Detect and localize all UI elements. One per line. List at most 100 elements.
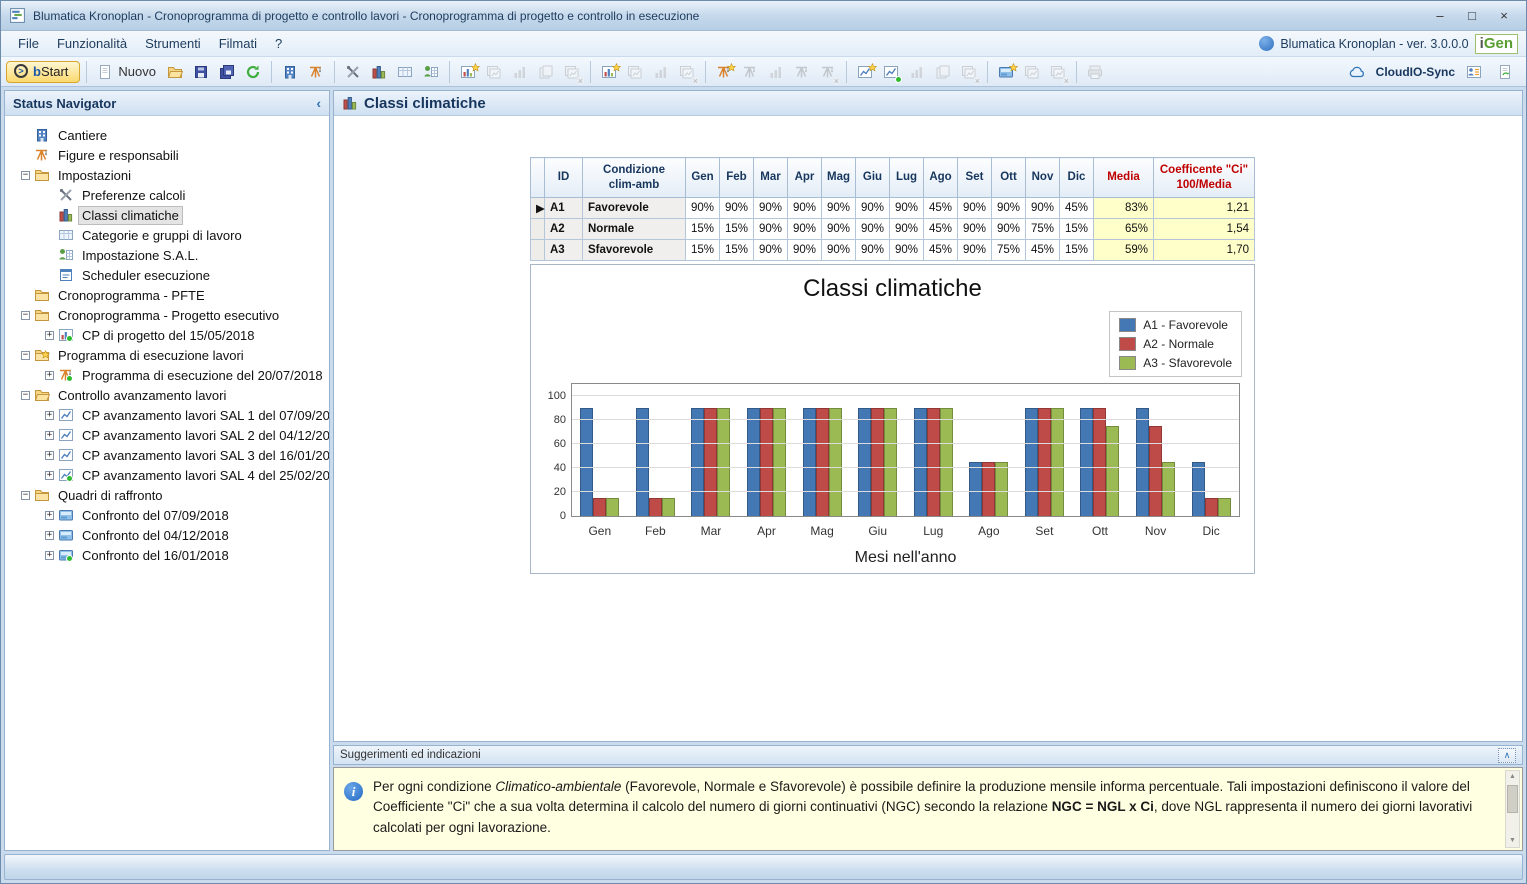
tree-item-confronto-2[interactable]: +Confronto del 04/12/2018 <box>5 525 329 545</box>
month-cell-mar[interactable]: 90% <box>754 198 788 219</box>
condizione-cell[interactable]: Normale <box>583 219 686 240</box>
categorie-gruppi-icon[interactable] <box>393 60 417 84</box>
expand-icon[interactable]: + <box>45 411 54 420</box>
id-cell[interactable]: A3 <box>545 240 583 261</box>
column-header[interactable]: Lug <box>890 158 924 198</box>
tree-item-controllo-avanzamento[interactable]: − Controllo avanzamento lavori <box>5 385 329 405</box>
menu-item-funzionalit[interactable]: Funzionalità <box>48 33 136 54</box>
collapse-icon[interactable]: − <box>21 351 30 360</box>
nuovo-programma-icon[interactable] <box>712 60 736 84</box>
tree-item-cronoprogramma-pfte[interactable]: Cronoprogramma - PFTE <box>5 285 329 305</box>
id-cell[interactable]: A1 <box>545 198 583 219</box>
column-header[interactable]: Gen <box>686 158 720 198</box>
month-cell-giu[interactable]: 90% <box>856 219 890 240</box>
tree-item-preferenze-calcoli-label[interactable]: Preferenze calcoli <box>78 186 189 205</box>
tree-item-programma-esecuzione-lavori[interactable]: − Programma di esecuzione lavori <box>5 345 329 365</box>
expand-icon[interactable]: + <box>45 471 54 480</box>
scrollbar-thumb[interactable] <box>1507 785 1518 813</box>
column-header[interactable]: Dic <box>1060 158 1094 198</box>
menu-item-[interactable]: ? <box>266 33 291 54</box>
column-header[interactable]: Mag <box>822 158 856 198</box>
tree-item-preferenze-calcoli[interactable]: Preferenze calcoli <box>5 185 329 205</box>
month-cell-lug[interactable]: 90% <box>890 198 924 219</box>
column-header[interactable]: Ago <box>924 158 958 198</box>
tree-item-cronoprogramma-esecutivo-label[interactable]: Cronoprogramma - Progetto esecutivo <box>54 306 283 325</box>
tree-item-programma-esecuzione-label[interactable]: Programma di esecuzione del 20/07/2018 <box>78 366 327 385</box>
sal-corrente-icon[interactable] <box>879 60 903 84</box>
month-cell-mag[interactable]: 90% <box>822 219 856 240</box>
column-header[interactable]: Giu <box>856 158 890 198</box>
month-cell-gen[interactable]: 90% <box>686 198 720 219</box>
menu-item-filmati[interactable]: Filmati <box>210 33 266 54</box>
tree-item-figure-responsabili-label[interactable]: Figure e responsabili <box>54 146 183 165</box>
expand-icon[interactable]: + <box>45 451 54 460</box>
tree-item-impostazione-sal[interactable]: Impostazione S.A.L. <box>5 245 329 265</box>
month-cell-apr[interactable]: 90% <box>788 240 822 261</box>
cantiere-icon[interactable] <box>278 60 302 84</box>
month-cell-gen[interactable]: 15% <box>686 219 720 240</box>
tree-item-cronoprogramma-esecutivo[interactable]: − Cronoprogramma - Progetto esecutivo <box>5 305 329 325</box>
collapse-icon[interactable]: − <box>21 491 30 500</box>
impostazione-sal-icon[interactable] <box>419 60 443 84</box>
tree-item-scheduler[interactable]: Scheduler esecuzione <box>5 265 329 285</box>
collapse-icon[interactable]: − <box>21 311 30 320</box>
tree-item-scheduler-label[interactable]: Scheduler esecuzione <box>78 266 214 285</box>
condizione-cell[interactable]: Favorevole <box>583 198 686 219</box>
nuovo-cp-esecutivo-icon[interactable] <box>597 60 621 84</box>
month-cell-ott[interactable]: 90% <box>992 219 1026 240</box>
tree-item-confronto-1-label[interactable]: Confronto del 07/09/2018 <box>78 506 233 525</box>
month-cell-mar[interactable]: 90% <box>754 219 788 240</box>
id-cell[interactable]: A2 <box>545 219 583 240</box>
preferenze-calcoli-icon[interactable] <box>341 60 365 84</box>
month-cell-lug[interactable]: 90% <box>890 219 924 240</box>
column-header[interactable]: Coefficente "Ci" 100/Media <box>1154 158 1255 198</box>
collapse-icon[interactable]: − <box>21 391 30 400</box>
month-cell-apr[interactable]: 90% <box>788 198 822 219</box>
column-header[interactable]: Nov <box>1026 158 1060 198</box>
tree-item-figure-responsabili[interactable]: Figure e responsabili <box>5 145 329 165</box>
document-sync-icon[interactable] <box>1493 60 1517 84</box>
month-cell-nov[interactable]: 90% <box>1026 198 1060 219</box>
month-cell-lug[interactable]: 90% <box>890 240 924 261</box>
tree-item-programma-esecuzione[interactable]: +Programma di esecuzione del 20/07/2018 <box>5 365 329 385</box>
expand-icon[interactable]: + <box>45 431 54 440</box>
tree-item-sal-1-label[interactable]: CP avanzamento lavori SAL 1 del 07/09/20… <box>78 406 329 425</box>
nuovo-cp-pfte-icon[interactable] <box>456 60 480 84</box>
tree-item-classi-climatiche-label[interactable]: Classi climatiche <box>78 206 183 225</box>
column-header[interactable]: Condizione clim-amb <box>583 158 686 198</box>
column-header[interactable]: Apr <box>788 158 822 198</box>
nuovo-confronto-icon[interactable] <box>994 60 1018 84</box>
sidebar-collapse-icon[interactable]: ‹ <box>316 95 321 111</box>
scroll-down-icon[interactable]: ▼ <box>1509 835 1516 847</box>
menu-item-file[interactable]: File <box>9 33 48 54</box>
tree-item-cantiere[interactable]: Cantiere <box>5 125 329 145</box>
month-cell-set[interactable]: 90% <box>958 198 992 219</box>
scroll-up-icon[interactable]: ▲ <box>1509 771 1516 783</box>
classi-climatiche-icon[interactable] <box>367 60 391 84</box>
minimize-icon[interactable]: – <box>1432 8 1448 23</box>
month-cell-feb[interactable]: 90% <box>720 198 754 219</box>
tree-item-sal-2-label[interactable]: CP avanzamento lavori SAL 2 del 04/12/20… <box>78 426 329 445</box>
tree-item-sal-4[interactable]: +CP avanzamento lavori SAL 4 del 25/02/2… <box>5 465 329 485</box>
month-cell-set[interactable]: 90% <box>958 240 992 261</box>
open-folder-icon[interactable] <box>163 60 187 84</box>
contact-card-icon[interactable] <box>1462 60 1486 84</box>
refresh-icon[interactable] <box>241 60 265 84</box>
month-cell-gen[interactable]: 15% <box>686 240 720 261</box>
tree-item-controllo-avanzamento-label[interactable]: Controllo avanzamento lavori <box>54 386 230 405</box>
tree-item-categorie-gruppi-label[interactable]: Categorie e gruppi di lavoro <box>78 226 246 245</box>
expand-icon[interactable]: + <box>45 331 54 340</box>
maximize-icon[interactable]: □ <box>1464 8 1480 23</box>
expand-icon[interactable]: + <box>45 551 54 560</box>
month-cell-ago[interactable]: 45% <box>924 240 958 261</box>
month-cell-set[interactable]: 90% <box>958 219 992 240</box>
tree-item-impostazioni-label[interactable]: Impostazioni <box>54 166 135 185</box>
month-cell-giu[interactable]: 90% <box>856 240 890 261</box>
tree-item-quadri-raffronto-label[interactable]: Quadri di raffronto <box>54 486 167 505</box>
tree-item-confronto-1[interactable]: +Confronto del 07/09/2018 <box>5 505 329 525</box>
condizione-cell[interactable]: Sfavorevole <box>583 240 686 261</box>
month-cell-ott[interactable]: 75% <box>992 240 1026 261</box>
tree-item-programma-esecuzione-lavori-label[interactable]: Programma di esecuzione lavori <box>54 346 248 365</box>
month-cell-dic[interactable]: 15% <box>1060 240 1094 261</box>
suggestions-collapse-button[interactable]: ∧ <box>1498 748 1516 763</box>
